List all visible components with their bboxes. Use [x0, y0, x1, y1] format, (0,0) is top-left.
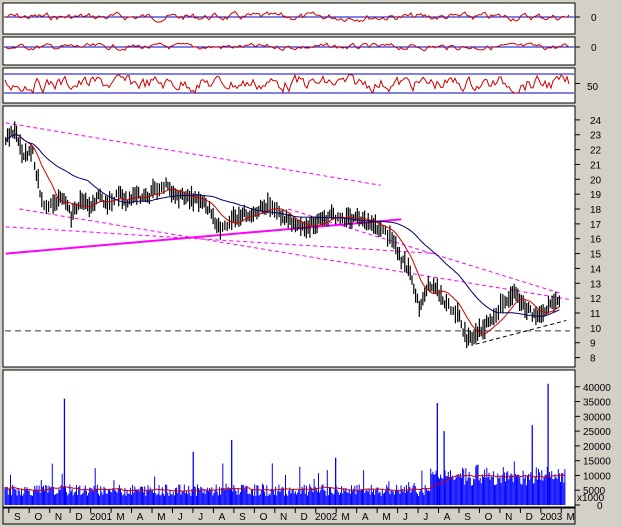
time-axis-label: N — [55, 512, 62, 523]
price-y-tick-label: 12 — [590, 294, 602, 305]
volume-y-tick-label: 25000 — [583, 427, 611, 438]
price-y-tick-label: 8 — [590, 354, 596, 365]
price-y-tick-label: 13 — [590, 279, 602, 290]
chart-canvas: 0 0 50 x1000 891011121314151617181920212… — [2, 2, 611, 525]
time-axis-label: 2001 — [90, 512, 113, 523]
price-y-tick-label: 9 — [590, 339, 596, 350]
time-axis-label: M — [157, 512, 165, 523]
indicator-2-zero-label: 0 — [591, 43, 597, 54]
price-y-tick-label: 16 — [590, 235, 602, 246]
volume-y-tick-label: 15000 — [583, 457, 611, 468]
volume-y-tick-label: 5000 — [583, 486, 606, 497]
time-axis-label: J — [178, 512, 183, 523]
price-y-tick-label: 21 — [590, 160, 602, 171]
indicator-3-fifty-label: 50 — [587, 82, 599, 93]
time-axis-label: M — [382, 512, 390, 523]
time-axis-label: 2003 — [540, 512, 563, 523]
time-axis-label: D — [75, 512, 82, 523]
price-y-tick-label: 24 — [590, 116, 602, 127]
time-axis-label: J — [423, 512, 428, 523]
price-y-tick-label: 14 — [590, 264, 602, 275]
price-y-tick-label: 18 — [590, 205, 602, 216]
time-axis-label: A — [137, 512, 144, 523]
price-y-tick-label: 17 — [590, 220, 602, 231]
price-y-tick-label: 11 — [590, 309, 601, 320]
volume-y-tick-label: 20000 — [583, 442, 611, 453]
time-axis-label: M — [116, 512, 124, 523]
price-panel — [2, 105, 576, 368]
price-y-tick-label: 15 — [590, 250, 602, 261]
time-axis-label: N — [280, 512, 287, 523]
time-axis-label: S — [14, 512, 21, 523]
volume-y-tick-label: 35000 — [583, 398, 611, 409]
time-axis-label: D — [301, 512, 308, 523]
time-axis-label: J — [403, 512, 408, 523]
time-axis-label: O — [260, 512, 268, 523]
time-axis-label: S — [464, 512, 471, 523]
volume-y-tick-label: 30000 — [583, 412, 611, 423]
price-y-tick-label: 22 — [590, 146, 602, 157]
volume-y-tick-label: 40000 — [583, 383, 611, 394]
time-axis-label: M — [341, 512, 349, 523]
time-axis-label: A — [444, 512, 451, 523]
volume-y-tick-label: 0 — [597, 501, 603, 512]
indicator-panel-2 — [2, 36, 576, 66]
price-y-tick-label: 23 — [590, 131, 602, 142]
time-axis-label: 2002 — [315, 512, 338, 523]
time-axis-label: A — [219, 512, 226, 523]
time-axis-label: J — [198, 512, 203, 523]
time-axis-label: O — [34, 512, 42, 523]
indicator-1-zero-label: 0 — [591, 13, 597, 24]
price-y-tick-label: 20 — [590, 175, 602, 186]
chart-window: 0 0 50 x1000 8 9 10 11 12 13 14 15 16 17 18 19 20 21 2… — [0, 0, 622, 527]
time-axis-label: A — [362, 512, 369, 523]
time-axis-label: M — [567, 512, 575, 523]
time-axis-label: S — [239, 512, 246, 523]
price-y-tick-label: 19 — [590, 190, 602, 201]
time-axis-label: D — [526, 512, 533, 523]
volume-y-tick-label: 10000 — [583, 471, 611, 482]
time-axis-label: N — [505, 512, 512, 523]
time-axis-label: O — [485, 512, 493, 523]
price-y-tick-label: 10 — [590, 324, 602, 335]
